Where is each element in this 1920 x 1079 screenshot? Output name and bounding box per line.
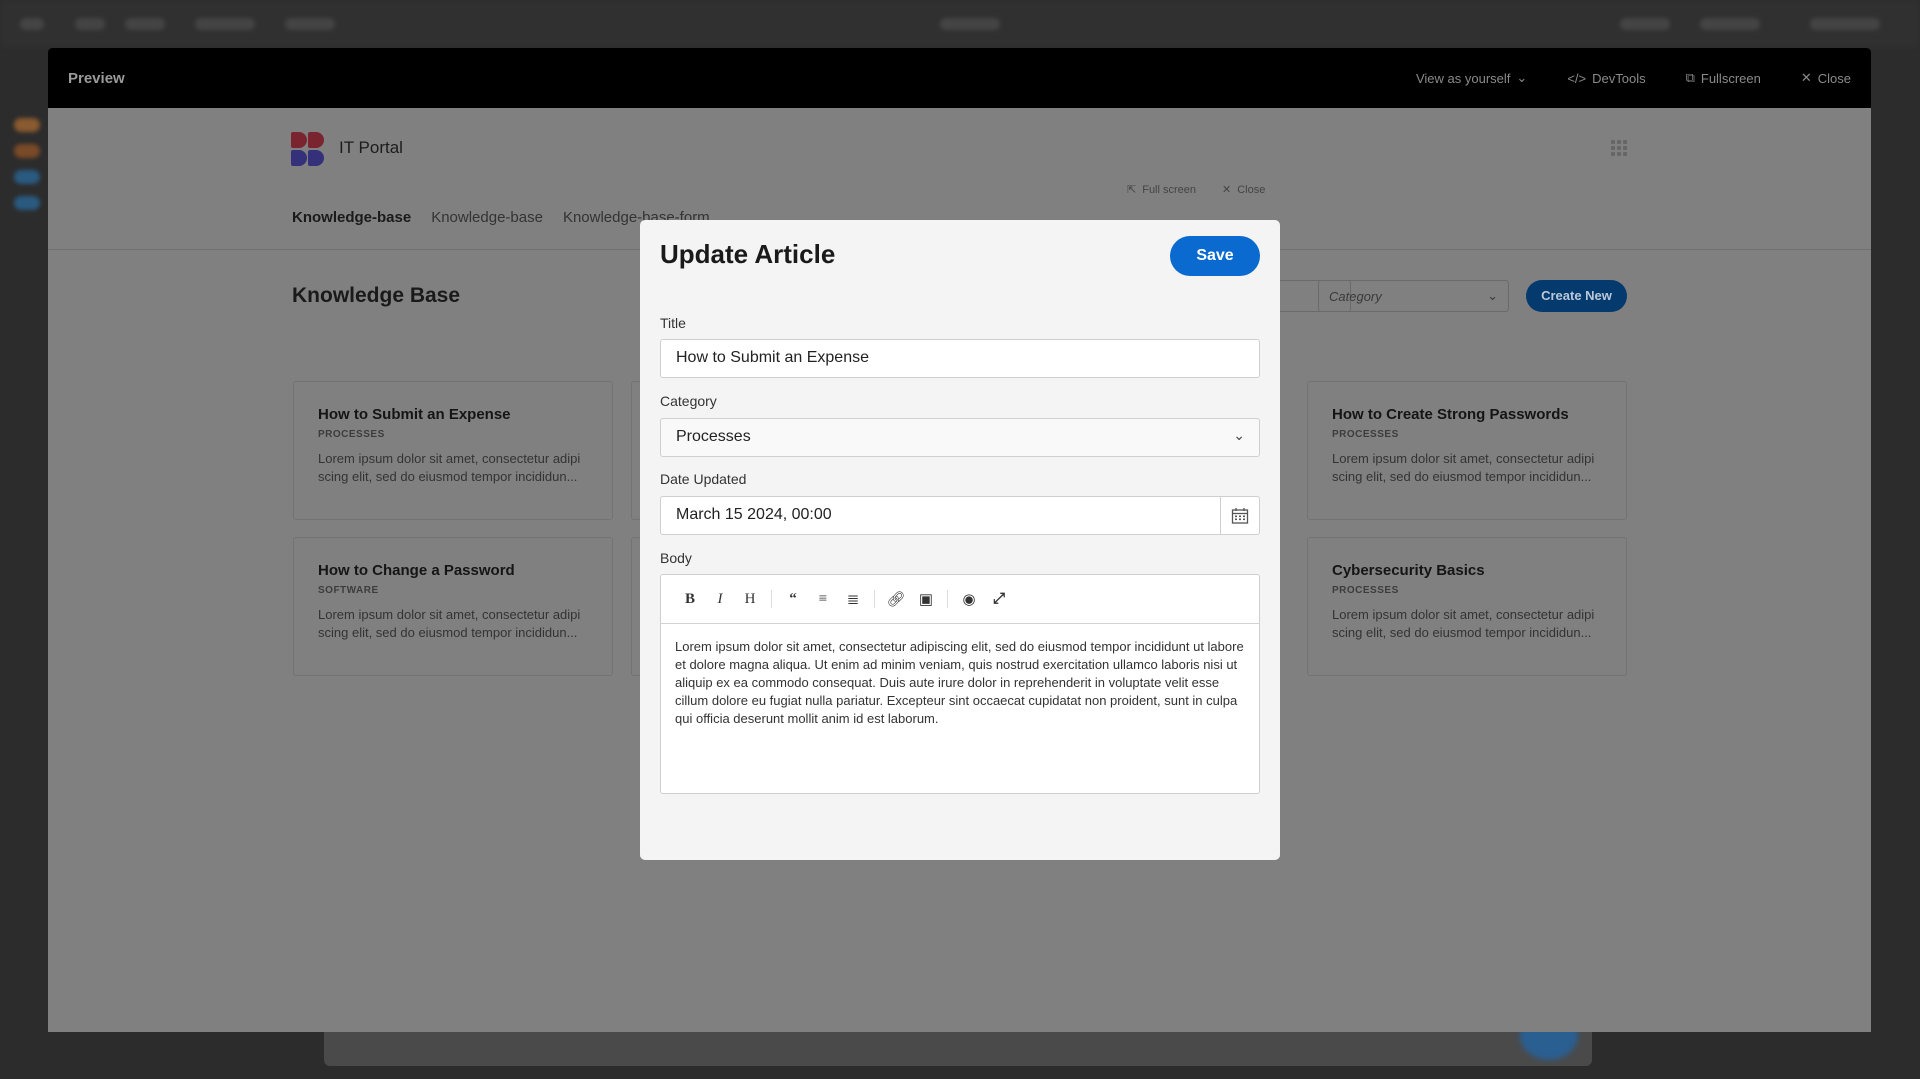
- italic-icon[interactable]: I: [705, 591, 735, 608]
- markdown-editor: B I H “ ≡ ≣ 🔗︎ ▣ ◉ ⤢ Lorem ipsum dolor s…: [660, 574, 1260, 794]
- code-icon: </>: [1567, 70, 1587, 86]
- body-textarea[interactable]: Lorem ipsum dolor sit amet, consectetur …: [661, 624, 1259, 742]
- card-title: Cybersecurity Basics: [1332, 562, 1485, 579]
- category-filter[interactable]: Category ⌄: [1318, 280, 1509, 312]
- card-title: How to Change a Password: [318, 562, 515, 579]
- article-card[interactable]: How to Change a Password SOFTWARE Lorem …: [293, 537, 613, 676]
- link-icon[interactable]: 🔗︎: [881, 590, 911, 609]
- heading-icon[interactable]: H: [735, 591, 765, 608]
- preview-header: Preview View as yourself ⌄ </> DevTools ⧉ F…: [48, 48, 1871, 108]
- unordered-list-icon[interactable]: ≡: [808, 591, 838, 608]
- apps-grid-icon[interactable]: [1611, 140, 1627, 156]
- bold-icon[interactable]: B: [675, 591, 705, 608]
- category-select[interactable]: Processes ⌄: [660, 418, 1260, 457]
- fullscreen-button[interactable]: ⧉ Fullscreen: [1686, 70, 1761, 86]
- category-label: Category: [660, 393, 717, 409]
- brand-logo: [291, 132, 327, 168]
- fullscreen-label: Fullscreen: [1700, 70, 1761, 86]
- brand-name: IT Portal: [339, 138, 403, 157]
- view-as-label: View as yourself: [1415, 70, 1511, 86]
- card-title: How to Create Strong Passwords: [1332, 406, 1569, 423]
- article-card[interactable]: How to Submit an Expense PROCESSES Lorem…: [293, 381, 613, 520]
- category-placeholder: Category: [1329, 289, 1382, 304]
- update-article-modal: Update Article Save Title How to Submit …: [640, 220, 1280, 860]
- date-value: March 15 2024, 00:00: [676, 506, 832, 523]
- close-icon: ✕: [1800, 70, 1812, 85]
- modal-title: Update Article: [660, 239, 836, 269]
- chevron-down-icon: ⌄: [1516, 70, 1528, 85]
- background-app-header: [0, 0, 1920, 48]
- chevron-down-icon: ⌄: [1233, 427, 1245, 443]
- article-card[interactable]: Cybersecurity Basics PROCESSES Lorem ips…: [1307, 537, 1627, 676]
- view-as-dropdown[interactable]: View as yourself ⌄: [1416, 70, 1527, 86]
- close-label: Close: [1237, 183, 1266, 196]
- category-value: Processes: [676, 428, 751, 445]
- calendar-icon[interactable]: [1220, 497, 1259, 534]
- card-excerpt: Lorem ipsum dolor sit amet, consectetur …: [1332, 451, 1595, 484]
- card-category: PROCESSES: [318, 429, 385, 440]
- background-bottom-bar: [324, 1030, 1592, 1066]
- article-card[interactable]: How to Create Strong Passwords PROCESSES…: [1307, 381, 1627, 520]
- fullscreen-icon[interactable]: ⤢: [984, 590, 1014, 608]
- card-category: SOFTWARE: [318, 585, 379, 596]
- close-button[interactable]: ✕ Close: [1801, 70, 1851, 86]
- quote-icon[interactable]: “: [778, 591, 808, 608]
- date-input[interactable]: March 15 2024, 00:00: [660, 496, 1260, 535]
- date-label: Date Updated: [660, 471, 747, 487]
- title-input[interactable]: How to Submit an Expense: [660, 339, 1260, 378]
- create-new-button[interactable]: Create New: [1526, 280, 1627, 312]
- body-label: Body: [660, 550, 692, 566]
- devtools-label: DevTools: [1592, 70, 1646, 86]
- card-excerpt: Lorem ipsum dolor sit amet, consectetur …: [1332, 607, 1595, 640]
- full-screen-link[interactable]: ⇱ Full screen: [1127, 183, 1197, 197]
- external-icon: ⧉: [1685, 70, 1695, 85]
- background-sidebar: [10, 110, 46, 410]
- expand-icon: ⇱: [1127, 184, 1137, 196]
- preview-eye-icon[interactable]: ◉: [954, 590, 984, 609]
- preview-title: Preview: [68, 69, 125, 87]
- card-title: How to Submit an Expense: [318, 406, 511, 423]
- card-excerpt: Lorem ipsum dolor sit amet, consectetur …: [318, 451, 581, 484]
- full-screen-label: Full screen: [1142, 183, 1197, 196]
- close-icon: ✕: [1222, 184, 1232, 196]
- nav-tab[interactable]: Knowledge-base: [292, 209, 411, 226]
- nav-tab[interactable]: Knowledge-base: [431, 209, 543, 226]
- close-label: Close: [1817, 70, 1851, 86]
- editor-toolbar: B I H “ ≡ ≣ 🔗︎ ▣ ◉ ⤢: [661, 575, 1259, 624]
- card-excerpt: Lorem ipsum dolor sit amet, consectetur …: [318, 607, 581, 640]
- ordered-list-icon[interactable]: ≣: [838, 590, 868, 609]
- devtools-button[interactable]: </> DevTools: [1567, 71, 1645, 86]
- save-button[interactable]: Save: [1170, 236, 1260, 276]
- page-title: Knowledge Base: [292, 284, 461, 307]
- image-icon[interactable]: ▣: [911, 590, 941, 609]
- card-category: PROCESSES: [1332, 429, 1399, 440]
- chevron-down-icon: ⌄: [1487, 288, 1498, 303]
- close-link[interactable]: ✕ Close: [1222, 183, 1266, 197]
- title-label: Title: [660, 315, 686, 331]
- card-category: PROCESSES: [1332, 585, 1399, 596]
